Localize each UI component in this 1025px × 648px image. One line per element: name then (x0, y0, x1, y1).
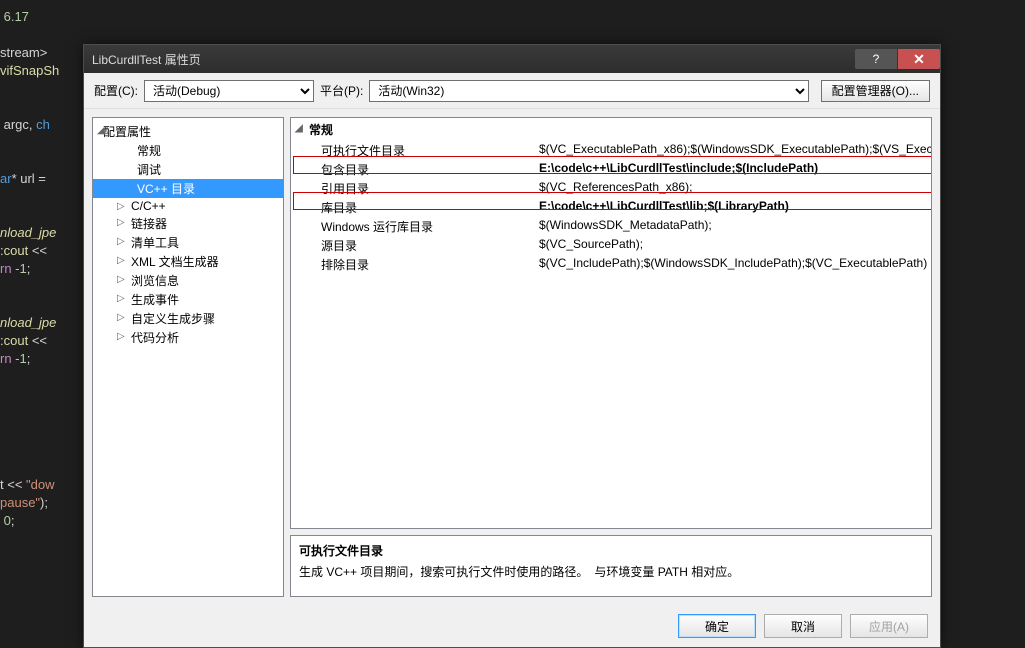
platform-label: 平台(P): (320, 82, 363, 99)
triangle-down-icon: ◢ (295, 123, 303, 134)
config-toolbar: 配置(C): 活动(Debug) 平台(P): 活动(Win32) 配置管理器(… (84, 73, 940, 109)
ok-button[interactable]: 确定 (678, 614, 756, 638)
grid-key: 包含目录 (291, 160, 533, 179)
property-dialog: LibCurdllTest 属性页 ? ✕ 配置(C): 活动(Debug) 平… (83, 44, 941, 648)
grid-key: 引用目录 (291, 179, 533, 198)
tree-item-label: 清单工具 (131, 236, 179, 250)
description-title: 可执行文件目录 (299, 542, 923, 559)
grid-row[interactable]: 包含目录E:\code\c++\LibCurdllTest\include;$(… (291, 160, 931, 179)
triangle-right-icon: ▷ (117, 331, 125, 342)
tree-item[interactable]: ▷ 链接器 (93, 214, 283, 233)
grid-section-header: ◢ 常规 (291, 118, 931, 141)
help-button[interactable]: ? (855, 49, 897, 69)
titlebar[interactable]: LibCurdllTest 属性页 ? ✕ (84, 45, 940, 73)
tree-root[interactable]: ◢ 配置属性 (93, 122, 283, 141)
property-grid[interactable]: ◢ 常规 可执行文件目录$(VC_ExecutablePath_x86);$(W… (290, 117, 932, 529)
dialog-button-bar: 确定 取消 应用(A) (84, 605, 940, 647)
triangle-right-icon: ▷ (117, 201, 125, 212)
grid-value[interactable]: $(VC_ReferencesPath_x86); (533, 179, 931, 198)
triangle-right-icon: ▷ (117, 293, 125, 304)
config-label: 配置(C): (94, 82, 138, 99)
description-panel: 可执行文件目录 生成 VC++ 项目期间，搜索可执行文件时使用的路径。 与环境变… (290, 535, 932, 597)
tree-item-label: 常规 (137, 144, 161, 158)
grid-row[interactable]: 可执行文件目录$(VC_ExecutablePath_x86);$(Window… (291, 141, 931, 160)
triangle-right-icon: ▷ (117, 236, 125, 247)
tree-item-label: 生成事件 (131, 293, 179, 307)
tree-item[interactable]: ▷ 自定义生成步骤 (93, 309, 283, 328)
tree-item[interactable]: ▷ XML 文档生成器 (93, 252, 283, 271)
grid-key: 库目录 (291, 198, 533, 217)
tree-item[interactable]: ▷ 浏览信息 (93, 271, 283, 290)
triangle-right-icon: ▷ (117, 274, 125, 285)
tree-item-label: VC++ 目录 (137, 182, 195, 196)
grid-value[interactable]: $(VC_ExecutablePath_x86);$(WindowsSDK_Ex… (533, 141, 931, 160)
tree-item-label: 代码分析 (131, 331, 179, 345)
tree-item[interactable]: ▷ 清单工具 (93, 233, 283, 252)
tree-item-label: 自定义生成步骤 (131, 312, 215, 326)
grid-value[interactable]: E:\code\c++\LibCurdllTest\lib;$(LibraryP… (533, 198, 931, 217)
grid-row[interactable]: Windows 运行库目录$(WindowsSDK_MetadataPath); (291, 217, 931, 236)
grid-value[interactable]: E:\code\c++\LibCurdllTest\include;$(Incl… (533, 160, 931, 179)
triangle-down-icon: ◢ (97, 125, 105, 136)
platform-combo[interactable]: 活动(Win32) (369, 80, 808, 102)
close-icon: ✕ (913, 51, 925, 68)
grid-key: 源目录 (291, 236, 533, 255)
grid-row[interactable]: 引用目录$(VC_ReferencesPath_x86); (291, 179, 931, 198)
tree-item[interactable]: ▷ 代码分析 (93, 328, 283, 347)
tree-item[interactable]: VC++ 目录 (93, 179, 283, 198)
tree-item[interactable]: 调试 (93, 160, 283, 179)
grid-key: Windows 运行库目录 (291, 217, 533, 236)
config-manager-button[interactable]: 配置管理器(O)... (821, 80, 930, 102)
grid-value[interactable]: $(VC_IncludePath);$(WindowsSDK_IncludePa… (533, 255, 931, 274)
property-tree[interactable]: ◢ 配置属性 常规调试 VC++ 目录 ▷ C/C++ ▷ 链接器 ▷ 清单工具 ▷ XML 文档… (92, 117, 284, 597)
configuration-combo[interactable]: 活动(Debug) (144, 80, 314, 102)
description-text: 生成 VC++ 项目期间，搜索可执行文件时使用的路径。 与环境变量 PATH 相… (299, 563, 923, 580)
tree-item-label: 浏览信息 (131, 274, 179, 288)
grid-value[interactable]: $(WindowsSDK_MetadataPath); (533, 217, 931, 236)
grid-row[interactable]: 排除目录$(VC_IncludePath);$(WindowsSDK_Inclu… (291, 255, 931, 274)
triangle-right-icon: ▷ (117, 255, 125, 266)
triangle-right-icon: ▷ (117, 217, 125, 228)
grid-value[interactable]: $(VC_SourcePath); (533, 236, 931, 255)
tree-item-label: C/C++ (131, 199, 166, 213)
tree-item-label: 调试 (137, 163, 161, 177)
close-button[interactable]: ✕ (898, 49, 940, 69)
apply-button[interactable]: 应用(A) (850, 614, 928, 638)
dialog-title: LibCurdllTest 属性页 (92, 51, 854, 68)
grid-key: 排除目录 (291, 255, 533, 274)
grid-row[interactable]: 源目录$(VC_SourcePath); (291, 236, 931, 255)
tree-item-label: XML 文档生成器 (131, 255, 219, 269)
cancel-button[interactable]: 取消 (764, 614, 842, 638)
tree-item[interactable]: ▷ C/C++ (93, 198, 283, 214)
triangle-right-icon: ▷ (117, 312, 125, 323)
tree-item[interactable]: 常规 (93, 141, 283, 160)
grid-row[interactable]: 库目录E:\code\c++\LibCurdllTest\lib;$(Libra… (291, 198, 931, 217)
grid-key: 可执行文件目录 (291, 141, 533, 160)
tree-item[interactable]: ▷ 生成事件 (93, 290, 283, 309)
tree-item-label: 链接器 (131, 217, 167, 231)
